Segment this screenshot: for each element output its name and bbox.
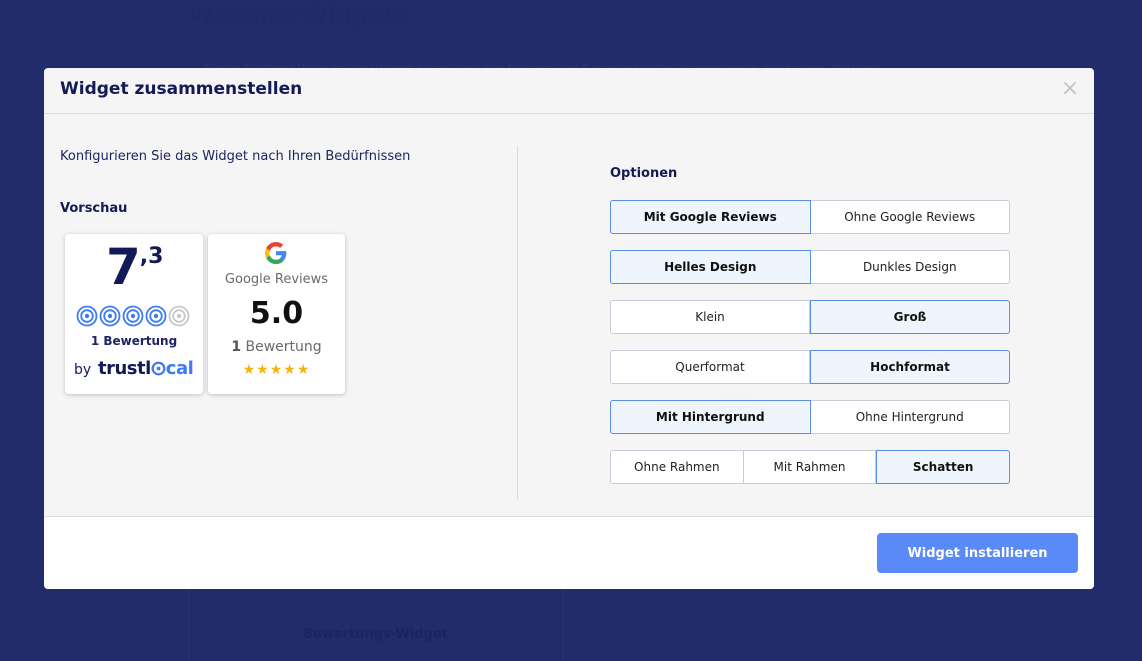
google-count-word: Bewertung [245, 339, 322, 355]
option-group-frame: Ohne Rahmen Mit Rahmen Schatten [610, 450, 1011, 484]
option-group-background: Mit Hintergrund Ohne Hintergrund [610, 400, 1010, 434]
logo-o-circle-icon [151, 361, 166, 376]
option-group-size: Klein Groß [610, 300, 1010, 334]
modal-title: Widget zusammenstellen [60, 79, 303, 99]
logo-text-end: cal [165, 358, 194, 379]
option-size-0-button[interactable]: Klein [610, 300, 810, 334]
options-heading: Optionen [610, 166, 678, 181]
star-rating-icon: ★★★★★ [242, 362, 311, 378]
trustlocal-widget-preview: 7,3 1 Bewertung by trustl cal [65, 234, 203, 394]
option-background-1-button[interactable]: Ohne Hintergrund [810, 400, 1010, 434]
rating-circle-empty-icon [168, 305, 190, 327]
option-size-1-button[interactable]: Groß [810, 300, 1010, 334]
background-card-title: Bewertungs-Widget [303, 627, 448, 642]
google-count-number: 1 [231, 339, 242, 355]
option-design-1-button[interactable]: Dunkles Design [810, 250, 1010, 284]
option-frame-0-button[interactable]: Ohne Rahmen [610, 450, 744, 484]
option-frame-1-button[interactable]: Mit Rahmen [743, 450, 877, 484]
google-score: 5.0 [249, 296, 304, 331]
rating-circle-filled-icon [76, 305, 98, 327]
install-widget-button[interactable]: Widget installieren [877, 533, 1078, 573]
google-reviews-label: Google Reviews [224, 272, 329, 287]
vertical-divider [517, 146, 518, 500]
rating-circles [76, 305, 190, 327]
widget-config-modal: Widget zusammenstellen × Konfigurieren S… [44, 68, 1094, 589]
option-format-1-button[interactable]: Hochformat [810, 350, 1010, 384]
modal-footer: Widget installieren [44, 516, 1094, 589]
option-reviews-0-button[interactable]: Mit Google Reviews [610, 200, 811, 234]
option-design-0-button[interactable]: Helles Design [610, 250, 811, 284]
option-frame-2-button[interactable]: Schatten [876, 450, 1011, 484]
rating-circle-filled-icon [145, 305, 167, 327]
option-group-reviews: Mit Google Reviews Ohne Google Reviews [610, 200, 1010, 234]
close-icon[interactable]: × [1058, 77, 1082, 101]
option-group-design: Helles Design Dunkles Design [610, 250, 1010, 284]
review-count: 1 Bewertung [90, 334, 178, 348]
google-g-icon [265, 242, 287, 264]
option-format-0-button[interactable]: Querformat [610, 350, 810, 384]
score-main: 7 [106, 238, 141, 296]
logo-text-start: trustl [98, 358, 151, 379]
google-reviews-widget-preview: Google Reviews 5.0 1 Bewertung ★★★★★ [208, 234, 345, 394]
intro-text: Konfigurieren Sie das Widget nach Ihren … [60, 149, 411, 164]
modal-header: Widget zusammenstellen × [44, 68, 1094, 114]
google-review-count: 1 Bewertung [208, 339, 345, 355]
trustlocal-score: 7,3 [106, 238, 163, 296]
option-background-0-button[interactable]: Mit Hintergrund [610, 400, 811, 434]
score-decimal: ,3 [139, 244, 164, 269]
rating-circle-filled-icon [122, 305, 144, 327]
trustlocal-logo: trustl cal [98, 358, 194, 379]
by-label: by [74, 362, 92, 378]
background-widget-card [188, 588, 564, 661]
rating-circle-filled-icon [99, 305, 121, 327]
option-group-format: Querformat Hochformat [610, 350, 1010, 384]
option-reviews-1-button[interactable]: Ohne Google Reviews [810, 200, 1010, 234]
page-title: Website-Widgets [189, 2, 409, 28]
preview-heading: Vorschau [60, 201, 128, 216]
